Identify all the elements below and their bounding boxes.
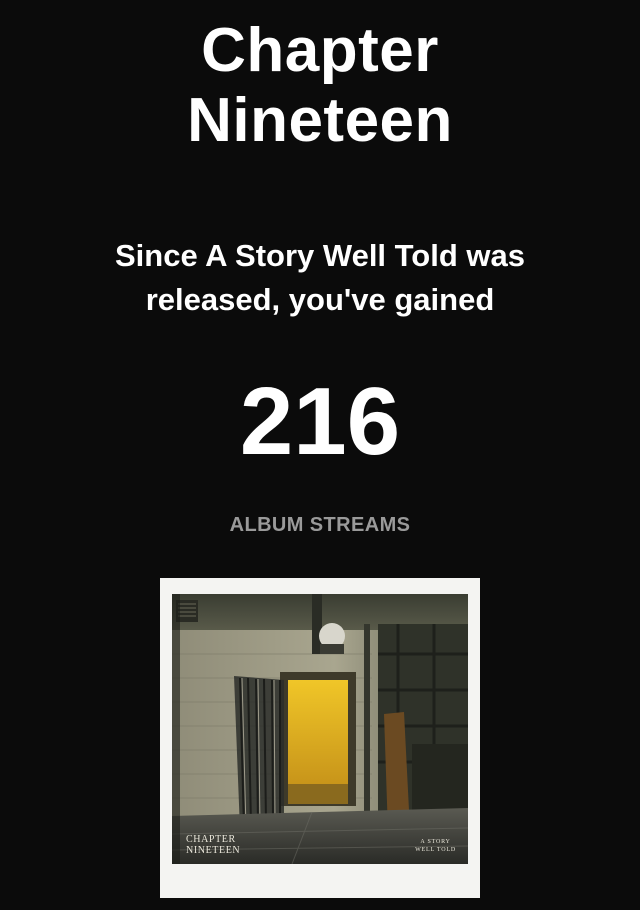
album-cover-image: CHAPTER NINETEEN A STORY WELL TOLD xyxy=(172,594,468,864)
album-cover-frame: CHAPTER NINETEEN A STORY WELL TOLD xyxy=(160,578,480,898)
album-cover-illustration xyxy=(172,594,468,864)
cover-album-text: A STORY WELL TOLD xyxy=(415,838,456,854)
metric-label: ALBUM STREAMS xyxy=(229,514,411,536)
cover-artist-line2: NINETEEN xyxy=(186,845,241,856)
stats-card: Chapter Nineteen Since A Story Well Told… xyxy=(0,0,640,910)
cover-album-line2: WELL TOLD xyxy=(415,847,456,853)
subtitle-line2: released, you've gained xyxy=(145,282,495,317)
artist-title: Chapter Nineteen xyxy=(0,16,640,156)
release-subtitle: Since A Story Well Told was released, yo… xyxy=(40,234,600,322)
stream-count: 216 xyxy=(239,368,401,475)
artist-title-line2: Nineteen xyxy=(187,86,453,155)
artist-title-line1: Chapter xyxy=(201,16,439,85)
cover-artist-line1: CHAPTER xyxy=(186,834,236,845)
subtitle-line1: Since A Story Well Told was xyxy=(115,238,525,273)
cover-album-line1: A STORY xyxy=(420,839,451,845)
cover-artist-text: CHAPTER NINETEEN xyxy=(186,834,240,856)
